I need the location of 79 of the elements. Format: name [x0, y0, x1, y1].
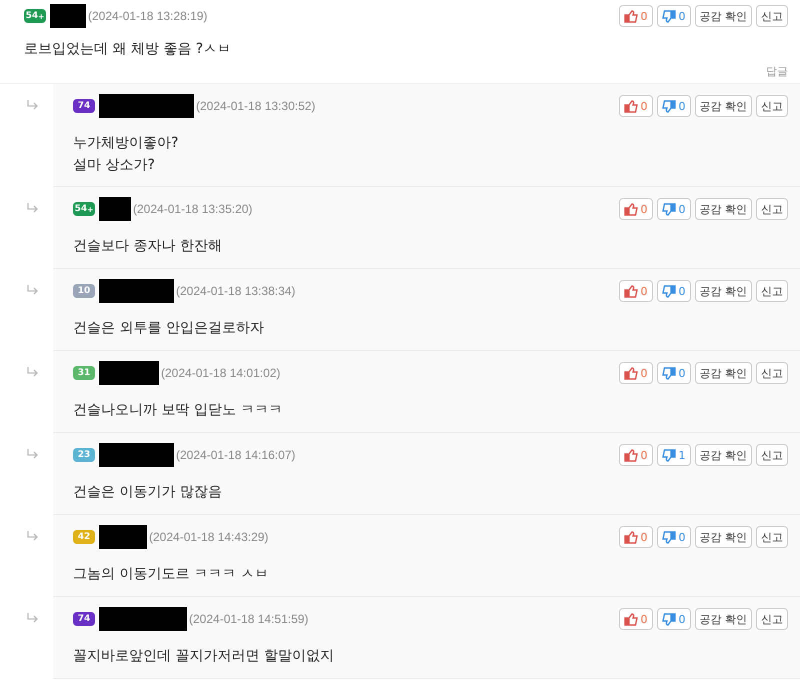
comment-text: 건슬나오니까 보딱 입닫노 ㅋㅋㅋ — [73, 401, 284, 420]
comment-time: (2024-01-18 14:43:29) — [149, 530, 268, 544]
comment-time: (2024-01-18 13:35:20) — [133, 202, 252, 216]
thumbs-up-icon — [624, 530, 638, 544]
report-button[interactable]: 신고 — [756, 608, 788, 630]
comment-text: 건슬은 외투를 안입은걸로하자 — [73, 319, 265, 338]
dislike-button[interactable]: 0 — [656, 608, 690, 630]
thumbs-down-icon — [662, 202, 676, 216]
like-button[interactable]: 0 — [618, 95, 652, 117]
check-button[interactable]: 공감 확인 — [694, 526, 752, 548]
comment-text: 건슬은 이동기가 많잖음 — [73, 483, 223, 502]
comment-time: (2024-01-18 14:01:02) — [161, 366, 280, 380]
thumbs-down-icon — [662, 448, 676, 462]
thumbs-up-icon — [624, 612, 638, 626]
reply-arrow-icon — [27, 449, 39, 459]
comment-time: (2024-01-18 13:38:34) — [176, 284, 296, 298]
comment-text: 꼴지바로앞인데 꼴지가저러면 할말이없지 — [73, 647, 335, 666]
comment-text: 누가체방이좋아? — [73, 134, 180, 153]
reply-arrow-icon — [27, 100, 39, 110]
thumbs-up-icon — [624, 100, 638, 112]
comment-time: (2024-01-18 14:16:07) — [176, 448, 296, 462]
comment-text: 건슬보다 종자나 한잔해 — [73, 237, 223, 256]
thumbs-down-icon — [662, 530, 676, 544]
reply-arrow-icon — [27, 531, 39, 541]
thumbs-down-icon — [662, 10, 676, 22]
check-button[interactable]: 공감 확인 — [694, 95, 752, 117]
thumbs-down-icon — [662, 284, 676, 298]
report-button[interactable]: 신고 — [756, 95, 788, 117]
like-button[interactable]: 0 — [618, 362, 652, 384]
check-button[interactable]: 공감 확인 — [694, 5, 752, 27]
like-button[interactable]: 0 — [618, 280, 652, 302]
dislike-button[interactable]: 0 — [656, 5, 690, 27]
comment-text: 그놈의 이동기도르 ㅋㅋㅋ ㅅㅂ — [73, 565, 270, 584]
thumbs-up-icon — [624, 284, 638, 298]
comment-time: (2024-01-18 14:51:59) — [189, 612, 308, 626]
thumbs-up-icon — [624, 366, 638, 380]
thumbs-up-icon — [624, 10, 638, 22]
thumbs-up-icon — [624, 448, 638, 462]
report-button[interactable]: 신고 — [756, 280, 788, 302]
thumbs-up-icon — [624, 202, 638, 216]
level-badge: 31 — [73, 366, 95, 380]
dislike-button[interactable]: 0 — [656, 362, 690, 384]
check-button[interactable]: 공감 확인 — [694, 608, 752, 630]
report-button[interactable]: 신고 — [756, 362, 788, 384]
like-button[interactable]: 0 — [618, 198, 652, 220]
check-button[interactable]: 공감 확인 — [694, 362, 752, 384]
reply-arrow-icon — [27, 285, 39, 295]
dislike-button[interactable]: 1 — [656, 444, 690, 466]
comment-text: 로브입었는데 왜 체방 좋음 ?ㅅㅂ — [24, 40, 232, 59]
thumbs-down-icon — [662, 612, 676, 626]
level-badge: 74 — [73, 99, 95, 113]
level-badge: 10 — [73, 284, 95, 298]
reply-arrow-icon — [27, 367, 39, 377]
thumbs-down-icon — [662, 100, 676, 112]
dislike-button[interactable]: 0 — [656, 95, 690, 117]
like-button[interactable]: 0 — [618, 5, 652, 27]
thumbs-down-icon — [662, 366, 676, 380]
report-button[interactable]: 신고 — [756, 526, 788, 548]
level-badge: 42 — [73, 530, 95, 544]
report-button[interactable]: 신고 — [756, 5, 788, 27]
report-button[interactable]: 신고 — [756, 198, 788, 220]
reply-arrow-icon — [27, 613, 39, 623]
comment-text: 설마 상소가? — [73, 156, 156, 175]
reply-arrow-icon — [27, 203, 39, 213]
reply-link[interactable]: 답글 — [766, 64, 788, 79]
like-button[interactable]: 0 — [618, 444, 652, 466]
comment-time: (2024-01-18 13:28:19) — [88, 9, 208, 23]
like-button[interactable]: 0 — [618, 526, 652, 548]
like-button[interactable]: 0 — [618, 608, 652, 630]
dislike-button[interactable]: 0 — [656, 526, 690, 548]
level-badge: 74 — [73, 612, 95, 626]
check-button[interactable]: 공감 확인 — [694, 444, 752, 466]
check-button[interactable]: 공감 확인 — [694, 198, 752, 220]
dislike-button[interactable]: 0 — [656, 280, 690, 302]
dislike-button[interactable]: 0 — [656, 198, 690, 220]
level-badge: 23 — [73, 448, 95, 462]
report-button[interactable]: 신고 — [756, 444, 788, 466]
check-button[interactable]: 공감 확인 — [694, 280, 752, 302]
comment-time: (2024-01-18 13:30:52) — [196, 99, 316, 113]
